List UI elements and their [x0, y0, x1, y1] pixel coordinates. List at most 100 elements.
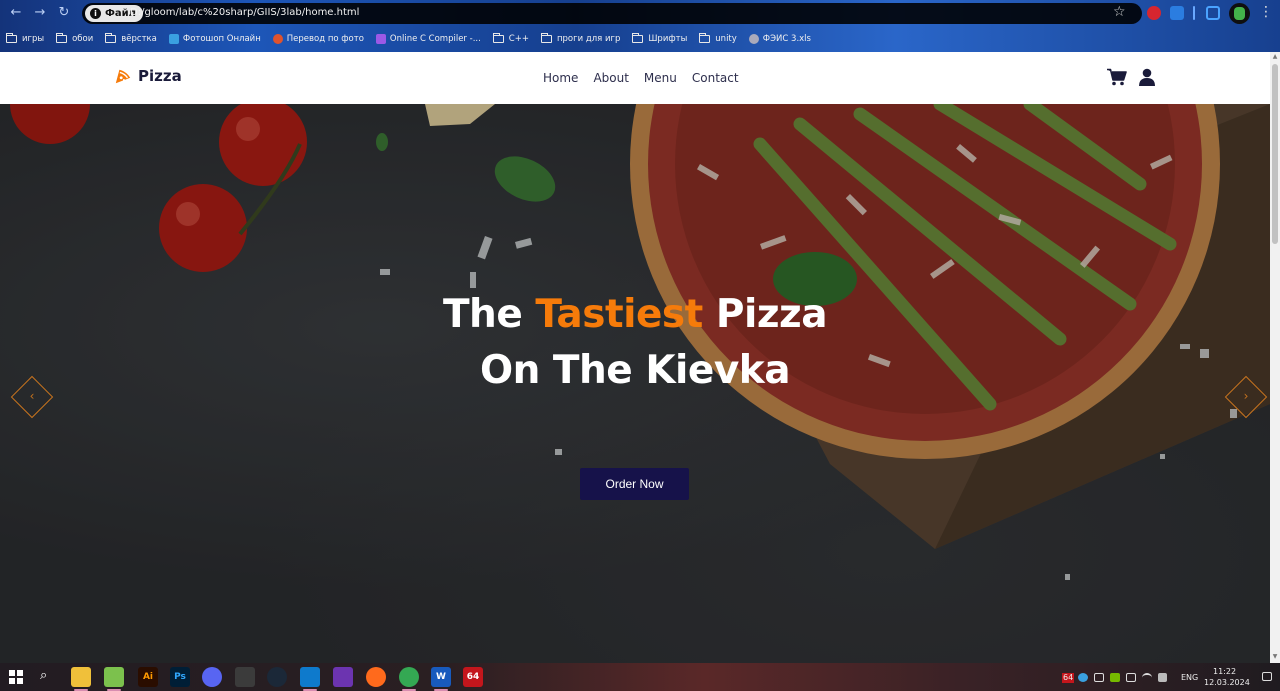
bookmark-label: вёрстка — [121, 34, 157, 44]
bookmark-item[interactable]: Online C Compiler -... — [375, 34, 481, 44]
tray-aida64-icon[interactable]: 64 — [1062, 673, 1075, 683]
firefox-icon[interactable] — [366, 667, 386, 687]
bookmark-item[interactable]: ФЭИС 3.xls — [748, 34, 811, 44]
bookmark-label: Фотошоп Онлайн — [182, 34, 261, 44]
bookmark-item[interactable]: Перевод по фото — [272, 34, 364, 44]
notifications-icon[interactable] — [1262, 672, 1272, 681]
aida64-icon[interactable]: 64 — [463, 667, 483, 687]
bookmark-label: unity — [715, 34, 737, 44]
profile-avatar[interactable] — [1229, 3, 1250, 24]
hero-title-accent: Tastiest — [535, 292, 703, 337]
bookmark-item[interactable]: игры — [6, 33, 45, 44]
tray-app-icon[interactable] — [1078, 673, 1088, 682]
nav-about[interactable]: About — [593, 70, 628, 86]
pizza-slice-icon — [115, 69, 131, 84]
illustrator-label: Ai — [142, 672, 154, 682]
bookmark-label: обои — [72, 34, 94, 44]
scroll-thumb[interactable] — [1272, 64, 1278, 244]
folder-icon — [699, 33, 711, 43]
hero-title-part1: The — [442, 292, 536, 337]
bookmark-item[interactable]: вёрстка — [105, 33, 157, 44]
hero-title-line2: On The Kievka — [479, 348, 791, 393]
bookmark-item[interactable]: unity — [699, 33, 737, 44]
chevron-right-icon: › — [1243, 388, 1249, 403]
browser-chrome: ← → ↻ i Файл D:/gloom/lab/c%20sharp/GIIS… — [0, 0, 1280, 52]
url-text[interactable]: D:/gloom/lab/c%20sharp/GIIS/3lab/home.ht… — [130, 6, 359, 20]
scroll-up-icon[interactable]: ▲ — [1272, 54, 1278, 60]
photoshop-icon[interactable]: Ps — [170, 667, 190, 687]
clock-date[interactable]: 12.03.2024 — [1204, 678, 1250, 688]
bookmark-item[interactable]: проги для игр — [540, 33, 621, 44]
clock-time[interactable]: 11:22 — [1213, 667, 1236, 677]
bookmark-item[interactable]: Фотошоп Онлайн — [168, 34, 261, 44]
toolbar-divider — [1193, 6, 1195, 20]
windows-start-icon[interactable] — [9, 670, 23, 684]
bookmark-label: ФЭИС 3.xls — [762, 34, 811, 44]
forward-icon[interactable]: → — [32, 5, 48, 21]
battery-icon[interactable] — [1126, 673, 1136, 682]
volume-icon[interactable] — [1094, 673, 1104, 682]
folder-icon — [492, 33, 504, 43]
page-scrollbar[interactable]: ▲ ▼ — [1270, 52, 1280, 663]
bookmark-label: Шрифты — [648, 34, 688, 44]
main-nav: Home About Menu Contact — [543, 70, 754, 86]
order-now-button[interactable]: Order Now — [580, 468, 689, 500]
bookmark-label: C++ — [508, 34, 529, 44]
bookmark-item[interactable]: C++ — [492, 33, 529, 44]
notepad-plus-plus-icon[interactable] — [104, 667, 124, 687]
nav-contact[interactable]: Contact — [692, 70, 739, 86]
page-viewport: Pizza Home About Menu Contact The Tastie… — [0, 52, 1270, 663]
hero-section: The Tastiest Pizza On The Kievka Order N… — [0, 104, 1270, 663]
chevron-left-icon: ‹ — [29, 388, 35, 403]
nav-home[interactable]: Home — [543, 70, 578, 86]
aida64-label: 64 — [466, 672, 480, 682]
translate-icon — [272, 34, 283, 44]
discord-icon[interactable] — [202, 667, 222, 687]
language-indicator[interactable]: ENG — [1181, 673, 1198, 683]
bookmark-label: проги для игр — [556, 34, 621, 44]
wifi-icon[interactable] — [1142, 673, 1152, 682]
pen-icon[interactable] — [1158, 673, 1167, 682]
scroll-down-icon[interactable]: ▼ — [1272, 654, 1278, 660]
browser-menu-icon[interactable]: ⋮ — [1259, 4, 1273, 20]
word-icon[interactable]: W — [431, 667, 451, 687]
bookmark-label: Перевод по фото — [286, 34, 364, 44]
illustrator-icon[interactable]: Ai — [138, 667, 158, 687]
steam-icon[interactable] — [267, 667, 287, 687]
bookmarks-bar: игры обои вёрстка Фотошоп Онлайн Перевод… — [0, 29, 1280, 49]
app-icon[interactable] — [235, 667, 255, 687]
user-icon[interactable] — [1139, 68, 1155, 86]
info-icon: i — [90, 8, 101, 19]
bookmark-star-icon[interactable]: ☆ — [1113, 4, 1126, 20]
site-logo[interactable]: Pizza — [114, 67, 182, 85]
search-icon[interactable]: ⌕ — [40, 668, 47, 684]
folder-icon — [632, 33, 644, 43]
bookmark-item[interactable]: обои — [56, 33, 94, 44]
photoshop-online-icon — [168, 34, 179, 44]
nvidia-icon[interactable] — [1110, 673, 1120, 682]
hero-title: The Tastiest Pizza On The Kievka — [0, 287, 1270, 399]
sidepanel-icon[interactable] — [1206, 6, 1220, 20]
cart-icon[interactable] — [1107, 68, 1127, 86]
site-header: Pizza Home About Menu Contact — [0, 52, 1270, 104]
back-icon[interactable]: ← — [8, 5, 24, 21]
folder-icon — [105, 33, 117, 43]
extension-blue-icon[interactable] — [1170, 6, 1184, 20]
file-explorer-icon[interactable] — [71, 667, 91, 687]
photoshop-label: Ps — [174, 672, 186, 682]
vscode-icon[interactable] — [300, 667, 320, 687]
chrome-icon[interactable] — [399, 667, 419, 687]
address-row: ← → ↻ i Файл D:/gloom/lab/c%20sharp/GIIS… — [0, 0, 1280, 27]
visual-studio-icon[interactable] — [333, 667, 353, 687]
reload-icon[interactable]: ↻ — [56, 5, 72, 21]
extension-adblock-icon[interactable] — [1147, 6, 1161, 20]
nav-menu[interactable]: Menu — [644, 70, 677, 86]
folder-icon — [56, 33, 68, 43]
folder-icon — [540, 33, 552, 43]
folder-icon — [6, 33, 17, 43]
bookmark-item[interactable]: Шрифты — [632, 33, 688, 44]
windows-taskbar: ⌕ Ai Ps W 64 64 ENG 11:22 12.03.2024 — [0, 663, 1280, 691]
bookmark-label: игры — [22, 34, 45, 44]
file-icon — [748, 34, 759, 44]
compiler-icon — [375, 34, 386, 44]
